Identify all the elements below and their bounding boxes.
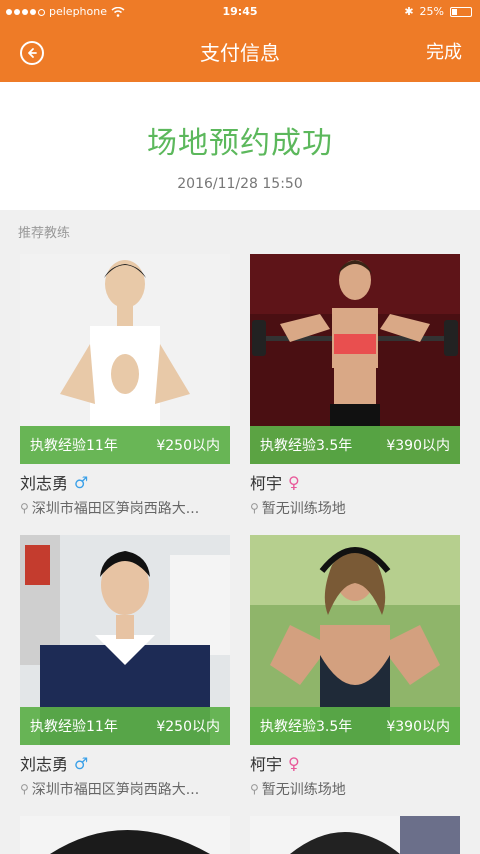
coach-info-badge: 执教经验3.5年 ¥390以内 (250, 426, 460, 464)
coach-location-row: ⚲ 暂无训练场地 (250, 779, 460, 799)
battery-icon (450, 7, 472, 17)
coach-location-row: ⚲ 深圳市福田区笋岗西路大... (20, 779, 230, 799)
coach-name-row: 刘志勇 ♂ (20, 472, 230, 494)
coach-info-badge: 执教经验3.5年 ¥390以内 (250, 707, 460, 745)
status-right: ✱ 25% (404, 0, 472, 24)
female-icon: ♀ (288, 753, 300, 773)
coach-name: 柯宇 (250, 474, 283, 493)
coach-location: 深圳市福田区笋岗西路大... (31, 501, 200, 517)
coach-name: 柯宇 (250, 755, 283, 774)
male-icon: ♂ (74, 753, 89, 773)
coach-name-row: 柯宇 ♀ (250, 753, 460, 775)
female-icon: ♀ (288, 472, 300, 492)
coach-photo (250, 816, 460, 854)
coach-card[interactable]: 执教经验11年 ¥250以内 刘志勇 ♂ ⚲ 深圳市福田区笋岗西路大... (20, 535, 230, 799)
coach-photo: 执教经验11年 ¥250以内 (20, 254, 230, 464)
coach-location: 深圳市福田区笋岗西路大... (31, 782, 200, 798)
location-pin-icon: ⚲ (20, 501, 29, 515)
coach-location: 暂无训练场地 (261, 501, 346, 517)
success-message: 场地预约成功 (147, 126, 333, 161)
coach-info-badge: 执教经验11年 ¥250以内 (20, 426, 230, 464)
booking-datetime: 2016/11/28 15:50 (177, 176, 303, 192)
male-icon: ♂ (74, 472, 89, 492)
coach-price: ¥250以内 (156, 438, 220, 454)
location-pin-icon: ⚲ (250, 501, 259, 515)
coach-price: ¥390以内 (386, 438, 450, 454)
coach-card[interactable] (250, 816, 460, 854)
coach-price: ¥250以内 (156, 719, 220, 735)
coach-experience: 执教经验11年 (30, 719, 118, 735)
coach-name-row: 刘志勇 ♂ (20, 753, 230, 775)
coach-card[interactable] (20, 816, 230, 854)
booking-success-panel: 场地预约成功 2016/11/28 15:50 (0, 82, 480, 210)
coach-experience: 执教经验11年 (30, 438, 118, 454)
done-button[interactable]: 完成 (426, 24, 462, 82)
section-label: 推荐教练 (18, 226, 71, 241)
coach-location-row: ⚲ 深圳市福田区笋岗西路大... (20, 498, 230, 518)
coach-photo: 执教经验3.5年 ¥390以内 (250, 254, 460, 464)
coach-photo: 执教经验3.5年 ¥390以内 (250, 535, 460, 745)
coach-location-row: ⚲ 暂无训练场地 (250, 498, 460, 518)
coach-price: ¥390以内 (386, 719, 450, 735)
coach-photo: 执教经验11年 ¥250以内 (20, 535, 230, 745)
coach-name: 刘志勇 (20, 474, 69, 493)
coach-info-badge: 执教经验11年 ¥250以内 (20, 707, 230, 745)
bluetooth-icon: ✱ (404, 5, 414, 18)
coach-name: 刘志勇 (20, 755, 69, 774)
page-title: 支付信息 (200, 41, 280, 65)
location-pin-icon: ⚲ (20, 782, 29, 796)
coach-photo (20, 816, 230, 854)
coach-experience: 执教经验3.5年 (260, 438, 353, 454)
coach-location: 暂无训练场地 (261, 782, 346, 798)
battery-percent: 25% (419, 5, 444, 18)
navigation-bar: 支付信息 完成 (0, 24, 480, 82)
coach-experience: 执教经验3.5年 (260, 719, 353, 735)
coach-card[interactable]: 执教经验11年 ¥250以内 刘志勇 ♂ ⚲ 深圳市福田区笋岗西路大... (20, 254, 230, 518)
status-bar: pelephone 19:45 ✱ 25% (0, 0, 480, 24)
header-bar: pelephone 19:45 ✱ 25% 支付信息 完成 (0, 0, 480, 82)
coach-card[interactable]: 执教经验3.5年 ¥390以内 柯宇 ♀ ⚲ 暂无训练场地 (250, 254, 460, 518)
coach-name-row: 柯宇 ♀ (250, 472, 460, 494)
coach-card[interactable]: 执教经验3.5年 ¥390以内 柯宇 ♀ ⚲ 暂无训练场地 (250, 535, 460, 799)
location-pin-icon: ⚲ (250, 782, 259, 796)
